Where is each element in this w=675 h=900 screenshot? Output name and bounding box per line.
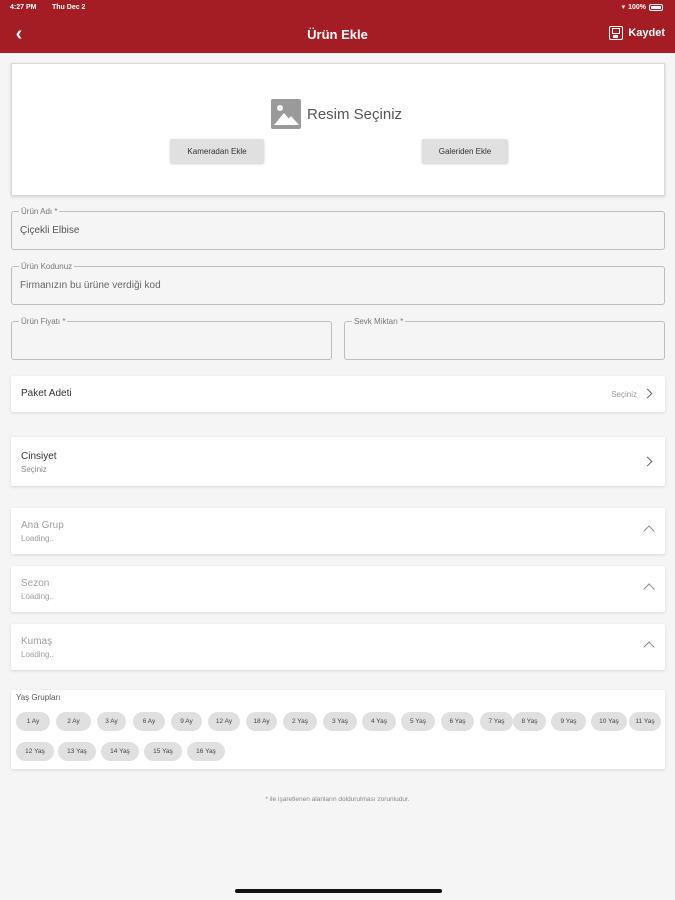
product-code-field[interactable]: Ürün Kodunuz Firmanızın bu ürüne verdiği… [11, 262, 665, 305]
gallery-button[interactable]: Galeriden Ekle [422, 139, 508, 163]
fabric-dropdown[interactable]: Kumaş Loading.. [11, 624, 665, 670]
image-picker[interactable]: Resim Seçiniz [271, 99, 402, 129]
age-chip[interactable]: 7 Yaş [480, 712, 513, 731]
main-group-label: Ana Grup [21, 520, 64, 531]
product-name-field[interactable]: Ürün Adı * Çiçekli Elbise [11, 207, 665, 250]
age-chip[interactable]: 14 Yaş [101, 742, 139, 761]
age-chip[interactable]: 13 Yaş [58, 742, 96, 761]
status-time: 4:27 PM [10, 4, 37, 11]
age-chip[interactable]: 18 Ay [246, 712, 277, 731]
gender-label: Cinsiyet [21, 451, 57, 462]
age-chip[interactable]: 5 Yaş [401, 712, 435, 731]
shipment-qty-label: Sevk Miktarı * [352, 317, 406, 326]
fabric-sub: Loading.. [21, 650, 54, 659]
chevron-up-icon [643, 583, 655, 595]
wifi-icon: ▾ [621, 4, 626, 11]
main-group-dropdown[interactable]: Ana Grup Loading.. [11, 508, 665, 554]
battery-icon [649, 3, 663, 11]
gender-row[interactable]: Cinsiyet Seçiniz [11, 437, 665, 486]
required-note: * ile işaretlenen alanların doldurulması… [265, 796, 410, 803]
age-groups-title: Yaş Grupları [16, 693, 61, 702]
season-dropdown[interactable]: Sezon Loading.. [11, 566, 665, 612]
fabric-label: Kumaş [21, 636, 53, 647]
age-chip[interactable]: 15 Yaş [144, 742, 182, 761]
age-chip[interactable]: 1 Ay [16, 712, 50, 731]
chevron-up-icon [643, 525, 655, 537]
main-group-sub: Loading.. [21, 534, 54, 543]
chevron-up-icon [643, 641, 655, 653]
status-bar: 4:27 PM Thu Dec 2 ▾ 100% [0, 0, 675, 16]
home-indicator [235, 889, 442, 893]
price-label: Ürün Fiyatı * [19, 317, 68, 326]
age-chip[interactable]: 6 Ay [133, 712, 165, 731]
age-chip[interactable]: 12 Ay [208, 712, 240, 731]
season-sub: Loading.. [21, 592, 54, 601]
product-name-label: Ürün Adı * [19, 207, 60, 216]
app-bar: ‹ Ürün Ekle Kaydet [0, 16, 675, 53]
battery-percent: 100% [628, 3, 646, 11]
age-chip[interactable]: 3 Ay [97, 712, 126, 731]
product-name-value: Çiçekli Elbise [20, 225, 80, 236]
season-label: Sezon [21, 578, 50, 589]
status-date: Thu Dec 2 [52, 4, 86, 11]
page-title: Ürün Ekle [307, 27, 368, 42]
age-chip[interactable]: 9 Yaş [551, 712, 586, 731]
save-icon [609, 26, 624, 40]
age-chip[interactable]: 12 Yaş [16, 742, 54, 761]
camera-button[interactable]: Kameradan Ekle [170, 139, 264, 163]
chevron-right-icon [642, 456, 653, 467]
status-right: ▾ 100% [622, 3, 663, 11]
age-chip[interactable]: 8 Yaş [513, 712, 546, 731]
image-icon [271, 99, 301, 129]
age-chip[interactable]: 6 Yaş [441, 712, 474, 731]
save-label: Kaydet [628, 27, 665, 39]
chevron-right-icon [642, 388, 653, 399]
product-code-placeholder: Firmanızın bu ürüne verdiği kod [20, 280, 161, 291]
price-field[interactable]: Ürün Fiyatı * [11, 317, 332, 360]
package-count-row[interactable]: Paket Adeti Seçiniz [11, 376, 665, 412]
age-groups-card: Yaş Grupları 1 Ay 2 Ay 3 Ay 6 Ay 9 Ay 12… [11, 690, 665, 769]
save-button[interactable]: Kaydet [609, 26, 665, 40]
image-picker-label: Resim Seçiniz [307, 105, 403, 123]
package-count-hint: Seçiniz [611, 390, 637, 399]
package-count-label: Paket Adeti [21, 388, 72, 399]
age-chip[interactable]: 3 Yaş [323, 712, 357, 731]
age-chip[interactable]: 2 Ay [56, 712, 91, 731]
age-chip[interactable]: 16 Yaş [187, 742, 225, 761]
age-chip[interactable]: 9 Ay [171, 712, 202, 731]
age-chip[interactable]: 2 Yaş [283, 712, 317, 731]
shipment-qty-field[interactable]: Sevk Miktarı * [344, 317, 665, 360]
gender-sub: Seçiniz [21, 465, 47, 474]
age-chip[interactable]: 11 Yaş [629, 712, 661, 731]
image-picker-card: Resim Seçiniz Kameradan Ekle Galeriden E… [11, 63, 665, 196]
age-chip[interactable]: 4 Yaş [362, 712, 396, 731]
product-code-label: Ürün Kodunuz [19, 262, 75, 271]
age-chip[interactable]: 10 Yaş [591, 712, 627, 731]
